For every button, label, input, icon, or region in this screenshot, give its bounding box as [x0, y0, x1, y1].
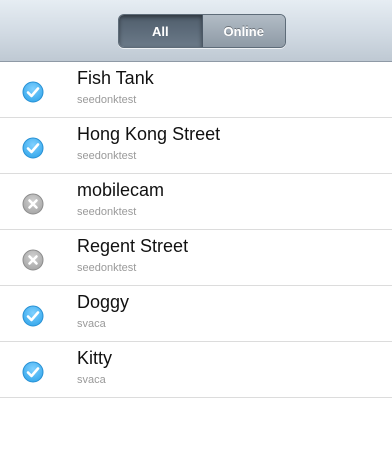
- online-check-icon: [22, 81, 44, 103]
- camera-list: Fish Tank seedonktest Hong Kong Street s…: [0, 62, 392, 398]
- filter-toolbar: All Online: [0, 0, 392, 62]
- camera-name: Hong Kong Street: [77, 124, 221, 144]
- camera-row[interactable]: Fish Tank seedonktest: [0, 62, 392, 118]
- tab-online[interactable]: Online: [202, 15, 285, 47]
- tab-all[interactable]: All: [119, 15, 203, 47]
- camera-name: Kitty: [77, 348, 113, 368]
- filter-segmented-control: All Online: [118, 14, 286, 48]
- check-circle-icon: [22, 81, 44, 103]
- camera-row[interactable]: Hong Kong Street seedonktest: [0, 118, 392, 174]
- camera-name: Regent Street: [77, 236, 189, 256]
- camera-row[interactable]: mobilecam seedonktest: [0, 174, 392, 230]
- online-check-icon: [22, 305, 44, 327]
- camera-name: Fish Tank: [77, 68, 154, 88]
- camera-owner: seedonktest: [77, 206, 137, 218]
- camera-owner: svaca: [77, 374, 106, 386]
- online-check-icon: [22, 137, 44, 159]
- camera-row[interactable]: Kitty svaca: [0, 342, 392, 398]
- camera-owner: seedonktest: [77, 150, 137, 162]
- camera-owner: svaca: [77, 318, 106, 330]
- online-check-icon: [22, 361, 44, 383]
- offline-x-icon: [22, 249, 44, 271]
- camera-row[interactable]: Doggy svaca: [0, 286, 392, 342]
- offline-x-icon: [22, 193, 44, 215]
- camera-owner: seedonktest: [77, 94, 137, 106]
- camera-row[interactable]: Regent Street seedonktest: [0, 230, 392, 286]
- camera-name: Doggy: [77, 292, 130, 312]
- x-circle-icon: [22, 249, 44, 271]
- check-circle-icon: [22, 361, 44, 383]
- camera-name: mobilecam: [77, 180, 165, 200]
- camera-list-screen: All Online Fish Tank seedonktest Hong Ko…: [0, 0, 392, 457]
- x-circle-icon: [22, 193, 44, 215]
- check-circle-icon: [22, 137, 44, 159]
- camera-owner: seedonktest: [77, 262, 137, 274]
- check-circle-icon: [22, 305, 44, 327]
